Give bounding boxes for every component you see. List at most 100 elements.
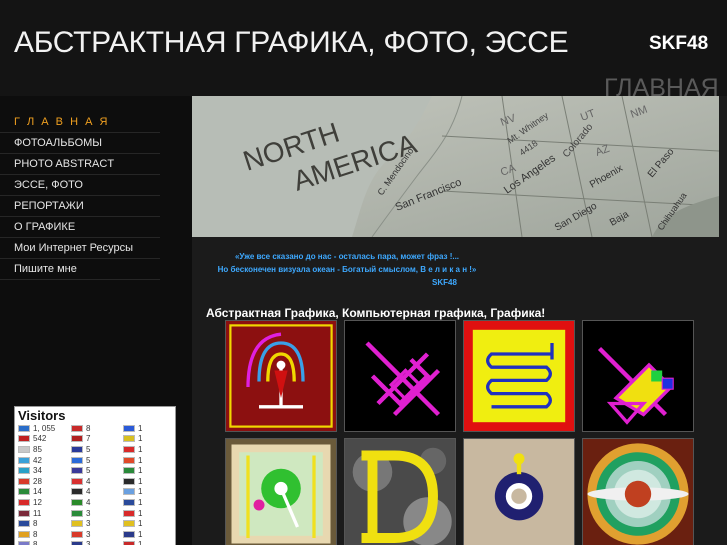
visitor-count: 4 [86,476,91,486]
visitor-count: 11 [33,508,42,518]
nav-item-reports[interactable]: РЕПОРТАЖИ [0,196,160,217]
visitor-row: 14 [18,487,55,498]
epigraph: «Уже все сказано до нас - осталась пара,… [192,250,502,289]
nav-item-about-graphics[interactable]: О ГРАФИКЕ [0,217,160,238]
country-flag-icon [123,477,135,485]
nav-item-resources[interactable]: Мои Интернет Ресурсы [0,238,160,259]
epigraph-line: «Уже все сказано до нас - осталась пара,… [234,252,460,261]
visitor-count: 3 [86,529,91,539]
visitor-row: 85 [18,444,55,455]
gallery-thumb[interactable] [463,320,575,432]
country-flag-icon [18,456,30,464]
gallery-thumb[interactable] [582,438,694,545]
country-flag-icon [71,541,83,545]
visitor-count: 1 [138,508,143,518]
visitors-title: Visitors [18,408,66,423]
country-flag-icon [71,520,83,528]
visitor-count: 8 [33,519,38,529]
page: АБСТРАКТНАЯ ГРАФИКА, ФОТО, ЭССЕ SKF48 ГЛ… [0,0,727,545]
nav-item-photoalbums[interactable]: ФОТОАЛЬБОМЫ [0,133,160,154]
visitor-count: 1 [138,466,143,476]
visitor-row: 1 [123,497,142,508]
visitors-column: 1, 055 542 85 42 34 28 14 12 11 8 8 8 [18,423,55,545]
visitor-row: 3 [71,529,90,540]
visitor-row: 3 [71,540,90,545]
country-flag-icon [71,435,83,443]
country-flag-icon [123,530,135,538]
visitor-count: 1 [138,455,143,465]
visitor-row: 3 [71,518,90,529]
visitor-row: 1 [123,434,142,445]
visitor-count: 12 [33,497,42,507]
visitor-row: 8 [18,540,55,545]
visitor-row: 5 [71,465,90,476]
gallery-thumb[interactable] [344,438,456,545]
visitor-row: 4 [71,476,90,487]
country-flag-icon [123,445,135,453]
gallery-thumb[interactable] [344,320,456,432]
country-flag-icon [71,509,83,517]
visitor-count: 4 [86,487,91,497]
visitor-row: 3 [71,508,90,519]
country-flag-icon [123,509,135,517]
gallery-thumb[interactable] [582,320,694,432]
visitor-row: 11 [18,508,55,519]
visitor-row: 1 [123,423,142,434]
visitors-column: 875554443333 [71,423,90,545]
country-flag-icon [71,477,83,485]
visitor-count: 3 [86,519,91,529]
country-flag-icon [123,488,135,496]
visitor-count: 1 [138,476,143,486]
visitor-count: 5 [86,455,91,465]
nav-item-photo-abstract[interactable]: PHOTO ABSTRACT [0,154,160,175]
visitor-row: 8 [18,518,55,529]
country-flag-icon [123,498,135,506]
visitor-count: 1 [138,434,143,444]
site-title[interactable]: АБСТРАКТНАЯ ГРАФИКА, ФОТО, ЭССЕ [14,26,569,60]
visitor-row: 34 [18,465,55,476]
visitors-widget[interactable]: Visitors 1, 055 542 85 42 34 28 14 12 11 8 8 8 8755… [14,406,176,545]
gallery-title: Абстрактная Графика, Компьютерная график… [206,306,546,320]
visitor-row: 8 [18,529,55,540]
visitor-count: 7 [86,434,91,444]
country-flag-icon [18,445,30,453]
visitor-count: 3 [86,508,91,518]
gallery-thumb[interactable] [225,438,337,545]
gallery-thumb[interactable] [463,438,575,545]
visitor-count: 28 [33,476,42,486]
visitor-count: 1 [138,487,143,497]
country-flag-icon [123,424,135,432]
visitor-row: 28 [18,476,55,487]
visitor-row: 1 [123,476,142,487]
nav-item-home[interactable]: Г Л А В Н А Я [0,112,160,133]
site-header: АБСТРАКТНАЯ ГРАФИКА, ФОТО, ЭССЕ SKF48 ГЛ… [0,0,727,102]
visitor-count: 34 [33,466,42,476]
country-flag-icon [18,530,30,538]
visitor-count: 8 [86,423,91,433]
visitor-row: 1 [123,508,142,519]
gallery-thumb[interactable] [225,320,337,432]
country-flag-icon [18,541,30,545]
country-flag-icon [71,456,83,464]
visitor-count: 42 [33,455,42,465]
visitor-row: 1 [123,518,142,529]
visitor-count: 5 [86,466,91,476]
visitor-count: 14 [33,487,42,497]
site-tag: SKF48 [649,33,709,54]
visitor-count: 5 [86,444,91,454]
visitor-count: 1 [138,423,143,433]
map-banner-image: NORTH AMERICA C. Mendocino San Francisco… [192,96,719,237]
epigraph-signature: SKF48 [432,278,457,287]
visitor-row: 1 [123,540,142,545]
visitor-count: 1, 055 [33,423,56,433]
visitor-row: 542 [18,434,55,445]
country-flag-icon [18,467,30,475]
country-flag-icon [18,477,30,485]
nav-item-contact[interactable]: Пишите мне [0,259,160,280]
visitor-row: 8 [71,423,90,434]
visitor-row: 1, 055 [18,423,55,434]
country-flag-icon [18,520,30,528]
visitor-row: 42 [18,455,55,466]
nav-item-essays[interactable]: ЭССЕ, ФОТО [0,175,160,196]
visitor-row: 5 [71,444,90,455]
